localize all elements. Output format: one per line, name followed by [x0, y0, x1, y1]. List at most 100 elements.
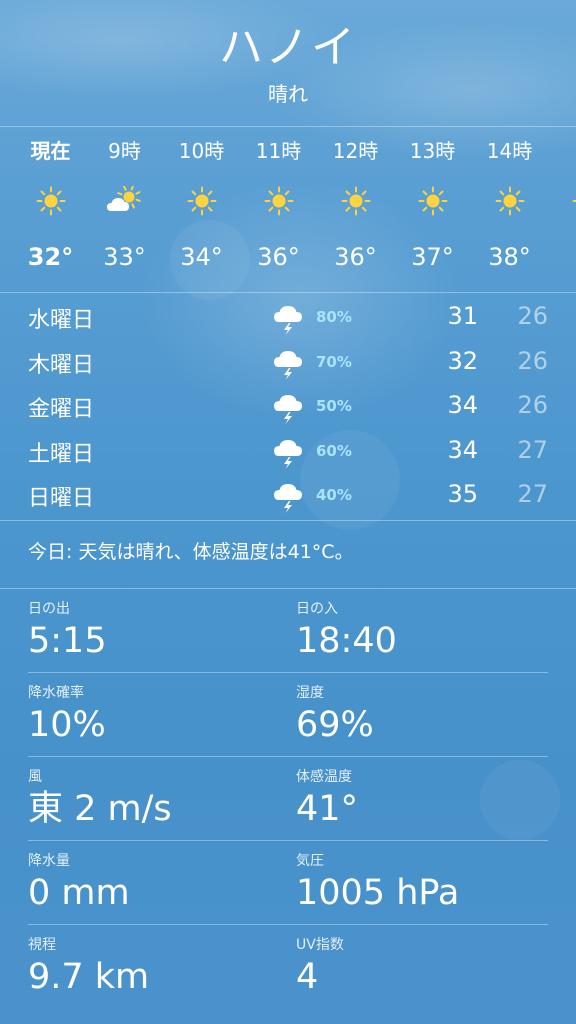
sun-icon	[317, 174, 394, 228]
daily-row: 木曜日 70% 32 26	[0, 341, 576, 385]
detail-value: 1005 hPa	[296, 873, 460, 913]
high-temp: 35	[447, 480, 478, 508]
humidity: 湿度 69%	[296, 672, 374, 746]
location-header: ハノイ 晴れ	[0, 20, 576, 107]
daily-row: 水曜日 80% 31 26	[0, 296, 576, 340]
pressure: 気圧 1005 hPa	[296, 840, 459, 914]
hour-time: 13時	[409, 139, 456, 163]
precip-probability: 降水確率 10%	[28, 672, 106, 746]
thunderstorm-icon	[272, 480, 304, 518]
wind: 風東 2 m/s	[28, 756, 172, 830]
sun-icon	[163, 174, 240, 228]
sun-icon	[12, 174, 89, 228]
hour-time: 9時	[108, 139, 141, 163]
detail-label: 体感温度	[296, 769, 352, 785]
sun-icon	[240, 174, 317, 228]
daily-row: 金曜日 50% 34 26	[0, 385, 576, 429]
high-temp: 34	[447, 391, 478, 419]
today-summary: 今日: 天気は晴れ、体感温度は41°C。	[28, 541, 354, 563]
hour-temperature: 32°	[27, 243, 74, 271]
detail-label: 気圧	[296, 853, 324, 869]
day-name: 水曜日	[28, 308, 95, 333]
detail-value: 10%	[28, 705, 106, 745]
divider	[0, 292, 576, 293]
detail-label: 降水確率	[28, 685, 84, 701]
hour-item: 15 3	[548, 128, 576, 286]
uv-index: UV指数 4	[296, 924, 344, 998]
precipitation: 降水量 0 mm	[28, 840, 130, 914]
sun-icon	[394, 174, 471, 228]
feels-like: 体感温度 41°	[296, 756, 358, 830]
detail-value: 69%	[296, 705, 374, 745]
current-condition: 晴れ	[268, 82, 308, 106]
detail-label: 風	[28, 769, 42, 785]
precip-chance: 40%	[316, 486, 352, 504]
precip-chance: 60%	[316, 441, 352, 460]
high-temp: 31	[447, 302, 478, 330]
sunset: 日の入 18:40	[296, 588, 397, 662]
detail-value: 9.7 km	[28, 957, 150, 997]
hour-time: 11時	[255, 139, 302, 163]
detail-value: 東 2 m/s	[28, 789, 172, 829]
day-name: 金曜日	[28, 397, 95, 422]
precip-chance: 80%	[316, 308, 352, 326]
high-temp: 34	[447, 435, 478, 464]
detail-label: 視程	[28, 937, 56, 953]
hour-temperature: 34°	[180, 243, 223, 271]
detail-value: 41°	[296, 789, 359, 829]
day-name: 木曜日	[28, 352, 95, 378]
low-temp: 26	[517, 391, 548, 419]
hour-temperature: 36°	[334, 243, 377, 271]
detail-label: 湿度	[296, 685, 324, 701]
divider	[0, 126, 576, 127]
hour-time: 12時	[332, 139, 379, 163]
thunderstorm-icon	[272, 436, 304, 474]
detail-label: 日の入	[296, 601, 338, 617]
daily-row: 土曜日 60% 34 27	[0, 430, 576, 474]
hour-temperature: 38°	[488, 243, 531, 271]
visibility: 視程 9.7 km	[28, 924, 149, 998]
hour-item: 12時 36°	[317, 128, 394, 286]
thunderstorm-icon	[272, 391, 304, 429]
detail-row: 降水確率 10% 湿度 69%	[28, 672, 548, 757]
low-temp: 27	[517, 480, 548, 508]
hour-time: 現在	[30, 139, 71, 163]
hour-temperature: 36°	[257, 243, 300, 271]
detail-row: 日の出 5:15 日の入 18:40	[28, 588, 548, 673]
hour-temperature: 3	[548, 228, 576, 286]
hour-item: 13時 37°	[394, 128, 471, 286]
city-name: ハノイ	[219, 22, 357, 73]
detail-row: 風東 2 m/s 体感温度 41°	[28, 756, 548, 841]
detail-value: 18:40	[296, 621, 397, 661]
high-temp: 32	[447, 346, 478, 375]
sun-icon	[471, 174, 548, 228]
thunderstorm-icon	[272, 347, 304, 385]
daily-row: 日曜日 40% 35 27	[0, 474, 576, 518]
day-name: 日曜日	[28, 486, 95, 511]
hourly-forecast[interactable]: 現在 32° 9時 33° 10時 34° 11時 36° 12時 36° 13時 37° 14時 38°…	[0, 128, 576, 292]
sunrise: 日の出 5:15	[28, 588, 107, 662]
hour-time: 10時	[178, 139, 225, 163]
day-name: 土曜日	[28, 441, 95, 467]
precip-chance: 50%	[316, 397, 352, 415]
low-temp: 26	[517, 302, 548, 330]
detail-value: 0 mm	[28, 873, 130, 913]
hour-item: 11時 36°	[240, 128, 317, 286]
hour-item: 現在 32°	[12, 128, 89, 286]
hour-item: 14時 38°	[471, 128, 548, 286]
low-temp: 26	[517, 346, 548, 375]
hour-temperature: 33°	[103, 243, 146, 271]
detail-label: 降水量	[28, 853, 70, 869]
hour-time: 14時	[486, 139, 533, 163]
hour-item: 9時 33°	[86, 128, 163, 286]
precip-chance: 70%	[316, 352, 352, 371]
hour-temperature: 37°	[411, 243, 454, 271]
low-temp: 27	[517, 435, 548, 464]
detail-row: 降水量 0 mm 気圧 1005 hPa	[28, 840, 548, 925]
hour-item: 10時 34°	[163, 128, 240, 286]
divider	[0, 520, 576, 521]
sun-icon	[548, 174, 576, 228]
thunderstorm-icon	[272, 302, 304, 340]
detail-value: 5:15	[28, 621, 107, 661]
partly-cloudy-icon	[86, 174, 163, 228]
